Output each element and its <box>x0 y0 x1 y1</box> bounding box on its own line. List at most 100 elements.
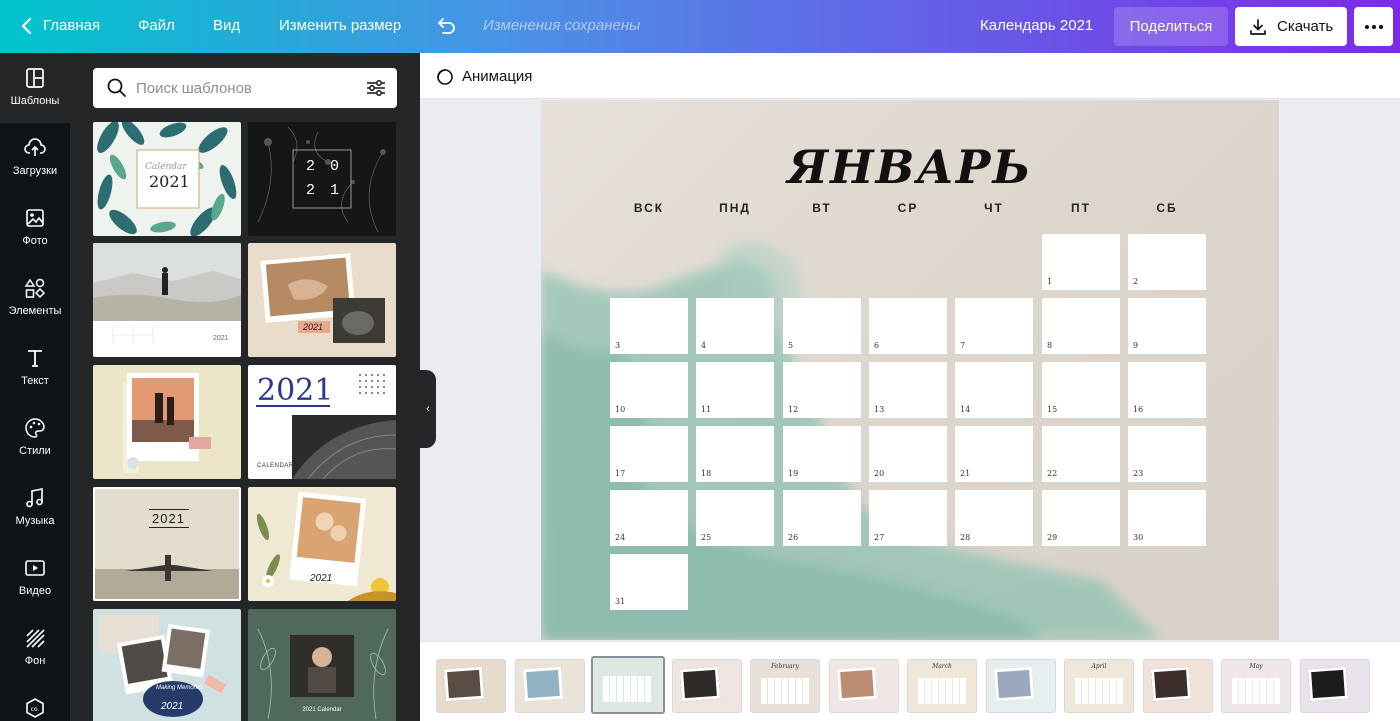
share-button[interactable]: Поделиться <box>1114 7 1228 46</box>
page-thumbnail[interactable] <box>985 659 1056 713</box>
rail-item-elements[interactable]: Элементы <box>0 263 70 333</box>
day-cell[interactable]: 11 <box>696 362 774 418</box>
day-cell[interactable]: 5 <box>783 298 861 354</box>
search-placeholder: Поиск шаблонов <box>136 80 252 97</box>
home-button[interactable]: Главная <box>43 17 100 34</box>
day-cell[interactable]: 8 <box>1042 298 1120 354</box>
day-cell[interactable]: 6 <box>869 298 947 354</box>
video-icon <box>25 560 45 576</box>
day-cell[interactable]: 7 <box>955 298 1033 354</box>
day-cell[interactable]: 17 <box>610 426 688 482</box>
day-cell[interactable]: 14 <box>955 362 1033 418</box>
page-thumbnail[interactable] <box>591 656 665 714</box>
thumbnail-label: February <box>771 663 799 670</box>
day-cell[interactable]: 24 <box>610 490 688 546</box>
weekday-label: ПНД <box>719 201 751 215</box>
file-menu[interactable]: Файл <box>138 17 175 34</box>
page-thumbnail[interactable] <box>1299 659 1370 713</box>
thumbnail-content <box>443 666 485 702</box>
thumbnail-content <box>603 676 651 702</box>
rail-item-templates[interactable]: Шаблоны <box>0 53 70 123</box>
thumb-year: 2021 <box>152 511 185 526</box>
day-number: 6 <box>874 341 880 350</box>
day-cell[interactable]: 27 <box>869 490 947 546</box>
day-cell[interactable]: 2 <box>1128 234 1206 290</box>
month-title[interactable]: ЯНВАРЬ <box>541 140 1279 194</box>
day-cell[interactable]: 28 <box>955 490 1033 546</box>
travel-photo <box>123 373 211 473</box>
day-cell[interactable]: 13 <box>869 362 947 418</box>
page-filmstrip: February March April May <box>420 641 1400 721</box>
page-thumbnail[interactable]: March <box>907 659 977 713</box>
rail-item-background[interactable]: Фон <box>0 613 70 683</box>
day-cell[interactable]: 1 <box>1042 234 1120 290</box>
page-thumbnail[interactable]: February <box>750 659 820 713</box>
page-thumbnail[interactable] <box>514 659 585 713</box>
day-number: 7 <box>960 341 966 350</box>
rail-item-photos[interactable]: Фото <box>0 193 70 263</box>
resize-button[interactable]: Изменить размер <box>279 17 401 34</box>
rail-item-uploads[interactable]: Загрузки <box>0 123 70 193</box>
template-thumb[interactable]: 2021 Calendar <box>248 609 396 721</box>
more-button[interactable] <box>1354 7 1393 46</box>
editor-toolbar: Анимация <box>420 53 1400 99</box>
page-thumbnail[interactable] <box>1142 659 1213 713</box>
download-button[interactable]: Скачать <box>1235 7 1347 46</box>
page-thumbnail[interactable]: May <box>1221 659 1291 713</box>
collapse-panel-button[interactable]: ‹ <box>420 370 436 448</box>
day-cell[interactable]: 21 <box>955 426 1033 482</box>
view-menu[interactable]: Вид <box>213 17 240 34</box>
day-cell[interactable]: 10 <box>610 362 688 418</box>
template-thumb[interactable]: 2021 <box>93 487 241 601</box>
template-search[interactable]: Поиск шаблонов <box>93 68 397 108</box>
day-cell[interactable]: 18 <box>696 426 774 482</box>
animation-button[interactable]: Анимация <box>462 68 532 85</box>
day-cell[interactable]: 29 <box>1042 490 1120 546</box>
day-cell[interactable]: 12 <box>783 362 861 418</box>
day-number: 22 <box>1047 469 1058 478</box>
text-icon <box>28 350 42 367</box>
template-thumb[interactable]: Making Memories 2021 <box>93 609 241 721</box>
template-thumb[interactable]: 2021 <box>248 243 396 357</box>
chevron-left-icon[interactable] <box>20 16 34 36</box>
day-cell[interactable]: 15 <box>1042 362 1120 418</box>
template-thumb[interactable]: 2 0 2 1 <box>248 122 396 236</box>
page-thumbnail[interactable] <box>828 659 899 713</box>
day-cell[interactable]: 31 <box>610 554 688 610</box>
thumb-script: Making Memories <box>156 685 204 691</box>
day-cell[interactable]: 4 <box>696 298 774 354</box>
thumbnail-content <box>1150 666 1191 702</box>
page-thumbnail[interactable]: April <box>1064 659 1134 713</box>
rail-item-video[interactable]: Видео <box>0 543 70 613</box>
template-thumb[interactable]: 2021 CALENDAR <box>248 365 396 479</box>
rail-item-styles[interactable]: Стили <box>0 403 70 473</box>
rail-item-music[interactable]: Музыка <box>0 473 70 543</box>
template-thumb[interactable]: Calendar 2021 <box>93 122 241 236</box>
day-cell[interactable]: 25 <box>696 490 774 546</box>
page-thumbnail[interactable] <box>436 659 506 713</box>
day-cell[interactable]: 16 <box>1128 362 1206 418</box>
template-thumb[interactable] <box>93 365 241 479</box>
thumbnail-label: March <box>932 663 952 670</box>
document-title[interactable]: Календарь 2021 <box>980 17 1093 34</box>
template-thumb[interactable]: 2021 <box>93 243 241 357</box>
day-cell[interactable]: 20 <box>869 426 947 482</box>
day-cell[interactable]: 9 <box>1128 298 1206 354</box>
thumb-caption: 2021 Calendar <box>302 707 342 713</box>
day-number: 21 <box>960 469 971 478</box>
page-thumbnail[interactable] <box>671 659 742 713</box>
undo-icon[interactable] <box>434 14 458 38</box>
template-thumb[interactable]: 2021 <box>248 487 396 601</box>
day-cell[interactable]: 22 <box>1042 426 1120 482</box>
day-cell[interactable]: 3 <box>610 298 688 354</box>
day-cell[interactable]: 23 <box>1128 426 1206 482</box>
day-cell[interactable]: 30 <box>1128 490 1206 546</box>
rail-item-text[interactable]: Текст <box>0 333 70 403</box>
rail-item-apps[interactable]: co. <box>0 683 70 721</box>
animation-icon[interactable] <box>434 66 454 86</box>
filter-icon[interactable] <box>365 77 387 99</box>
day-cell[interactable]: 26 <box>783 490 861 546</box>
weekday-label: СР <box>897 201 919 215</box>
calendar-page[interactable]: ЯНВАРЬ ВСК ПНД ВТ СР ЧТ ПТ СБ 1 2 3 4 5 6 7 8 9 10 11 12 13… <box>541 100 1279 640</box>
day-cell[interactable]: 19 <box>783 426 861 482</box>
